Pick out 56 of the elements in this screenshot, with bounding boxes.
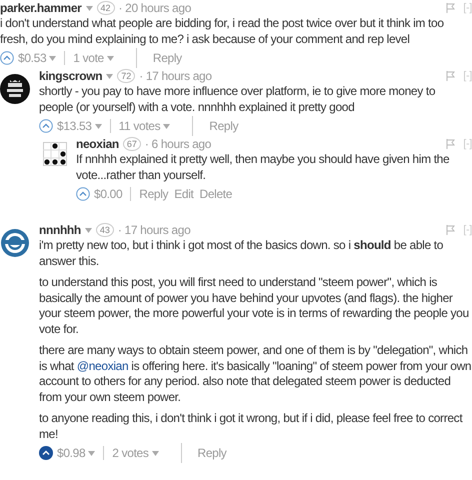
- comment-text: there are many ways to obtain steem power, and one of them is by "delegation", which is what @neoxian is offering here. it's basically "loaning" of steem power from your own account to others for any period. also note that delegated steem power is deducted from your own steem power.: [39, 343, 472, 405]
- caret-icon[interactable]: [88, 450, 96, 456]
- reputation-badge: 67: [122, 137, 141, 151]
- action-link[interactable]: Edit: [174, 187, 194, 201]
- flag-icon[interactable]: [446, 71, 456, 81]
- caret-icon[interactable]: [84, 228, 92, 232]
- author-name[interactable]: neoxian: [76, 137, 119, 151]
- caret-icon[interactable]: [152, 450, 159, 456]
- action-link[interactable]: Reply: [152, 51, 182, 65]
- action-link[interactable]: Reply: [209, 119, 238, 133]
- timestamp[interactable]: · 17 hours ago: [139, 69, 212, 83]
- upvote-icon[interactable]: [39, 119, 53, 133]
- reputation-badge: 43: [96, 223, 114, 237]
- comment-text: to anyone reading this, i don't think i got it wrong, but if i did, please feel free to correct me!: [39, 411, 464, 442]
- comment-text: shortly - you pay to have more influence over platform, ie to give more money to people (or yourself) with a vote. nnnhhh explained it pretty good: [39, 84, 436, 115]
- payout-amount[interactable]: $0.53: [18, 51, 46, 65]
- author-name[interactable]: parker.hammer: [0, 1, 82, 15]
- flag-icon[interactable]: [446, 3, 456, 13]
- caret-icon[interactable]: [163, 124, 170, 128]
- upvote-icon[interactable]: [39, 446, 53, 460]
- payout-amount[interactable]: $13.53: [57, 119, 92, 133]
- flag-icon[interactable]: [446, 139, 456, 149]
- caret-icon[interactable]: [86, 6, 93, 10]
- collapse-toggle[interactable]: [-]: [463, 138, 472, 150]
- upvote-icon[interactable]: [0, 51, 14, 65]
- avatar-icon: [0, 74, 30, 104]
- timestamp[interactable]: · 6 hours ago: [144, 137, 212, 151]
- mention-link[interactable]: @neoxian: [76, 358, 128, 372]
- vote-count[interactable]: 2 votes: [112, 446, 149, 460]
- comment-text: i'm pretty new too, but i think i got most of the basics down. so i should be able to answer this.: [39, 238, 444, 269]
- comment-text: to understand this post, you will first need to understand "steem power", which is basically the amount of power you have behind your upvotes (and flags). the higher your steem power, the more powerful your vote is in terms of rewarding the people you vote for.: [39, 275, 470, 337]
- caret-icon[interactable]: [106, 56, 114, 60]
- avatar-icon: [43, 142, 67, 166]
- collapse-toggle[interactable]: [-]: [463, 2, 472, 14]
- vote-count[interactable]: 11 votes: [118, 119, 160, 133]
- caret-icon[interactable]: [106, 74, 114, 78]
- caret-icon[interactable]: [49, 56, 56, 60]
- action-link[interactable]: Delete: [200, 187, 232, 201]
- caret-icon[interactable]: [94, 124, 102, 128]
- collapse-toggle[interactable]: [-]: [463, 70, 472, 82]
- payout-amount[interactable]: $0.00: [94, 187, 122, 201]
- timestamp[interactable]: · 20 hours ago: [118, 1, 192, 15]
- action-link[interactable]: Reply: [198, 446, 226, 460]
- action-link[interactable]: Reply: [139, 187, 168, 201]
- author-name[interactable]: kingscrown: [39, 69, 102, 83]
- comment-text: i don't understand what people are bidding for, i read the post twice over but it think im too fresh, do you mind explaining to me? i ask because of your comment and rep level: [0, 16, 445, 47]
- vote-count[interactable]: 1 vote: [73, 51, 104, 65]
- reputation-badge: 42: [96, 1, 115, 15]
- comment-text: If nnhhh explained it pretty well, then maybe you should have given him the vote...rather than yourself.: [76, 152, 450, 183]
- collapse-toggle[interactable]: [-]: [463, 224, 472, 236]
- payout-amount[interactable]: $0.98: [57, 446, 86, 460]
- upvote-icon[interactable]: [76, 187, 90, 201]
- reputation-badge: 72: [117, 69, 136, 83]
- timestamp[interactable]: · 17 hours ago: [118, 223, 190, 237]
- flag-icon[interactable]: [446, 225, 456, 235]
- author-name[interactable]: nnnhhh: [39, 223, 81, 237]
